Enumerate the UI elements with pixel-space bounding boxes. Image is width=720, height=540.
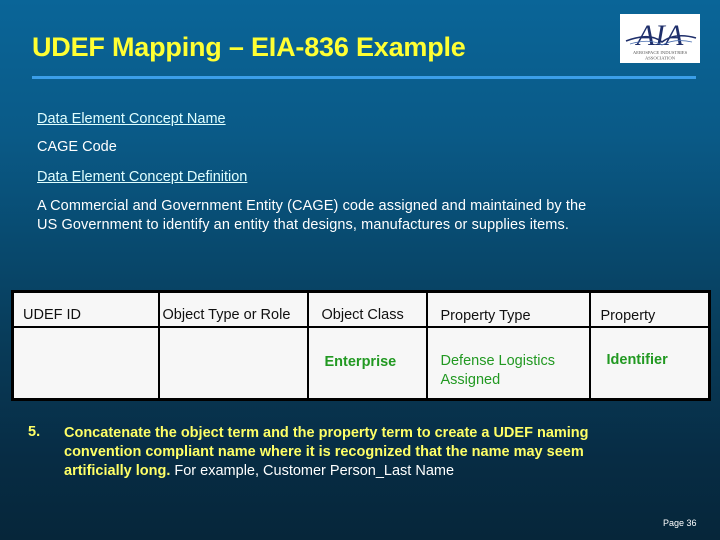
- concept-name-value: CAGE Code: [37, 139, 117, 155]
- step-line-prefix: artificially long.: [64, 463, 171, 479]
- concept-name-label: Data Element Concept Name: [37, 111, 226, 127]
- step-line: Concatenate the object term and the prop…: [64, 425, 589, 441]
- cell-property-type: Defense Logistics Assigned: [425, 326, 591, 401]
- definition-line: US Government to identify an entity that…: [37, 217, 569, 233]
- header-cell-object-type: Object Type or Role: [157, 290, 309, 328]
- header-cell-udef-id: UDEF ID: [11, 290, 160, 328]
- udef-mapping-table: UDEF ID Object Type or Role Object Class…: [11, 290, 711, 401]
- aia-logo: AIA AEROSPACE INDUSTRIES ASSOCIATION: [620, 14, 700, 63]
- header-cell-property: Property: [588, 290, 711, 328]
- page-number: Page 36: [663, 518, 697, 528]
- concept-definition-text: A Commercial and Government Entity (CAGE…: [37, 197, 697, 235]
- svg-text:ASSOCIATION: ASSOCIATION: [645, 56, 676, 61]
- slide-title: UDEF Mapping – EIA-836 Example: [32, 32, 466, 62]
- cell-property: Identifier: [588, 326, 711, 401]
- definition-line: A Commercial and Government Entity (CAGE…: [37, 198, 587, 214]
- aia-logo-icon: AIA AEROSPACE INDUSTRIES ASSOCIATION: [625, 19, 697, 61]
- step-line-last: artificially long. For example, Customer…: [64, 462, 704, 481]
- table-header-row: UDEF ID Object Type or Role Object Class…: [11, 290, 711, 328]
- step-example: For example, Customer Person_Last Name: [170, 463, 455, 479]
- header-cell-object-class: Object Class: [306, 290, 428, 328]
- cell-object-class: Enterprise: [306, 326, 428, 401]
- table-row: Enterprise Defense Logistics Assigned Id…: [11, 326, 711, 401]
- header-cell-property-type: Property Type: [425, 290, 591, 328]
- cell-object-type: [157, 326, 309, 401]
- step-line: convention compliant name where it is re…: [64, 444, 584, 460]
- step-number: 5.: [28, 424, 41, 440]
- concept-definition-label: Data Element Concept Definition: [37, 169, 248, 185]
- cell-udef-id: [11, 326, 160, 401]
- title-divider: [32, 76, 696, 79]
- svg-text:AEROSPACE INDUSTRIES: AEROSPACE INDUSTRIES: [633, 50, 688, 55]
- step-text: Concatenate the object term and the prop…: [64, 424, 704, 481]
